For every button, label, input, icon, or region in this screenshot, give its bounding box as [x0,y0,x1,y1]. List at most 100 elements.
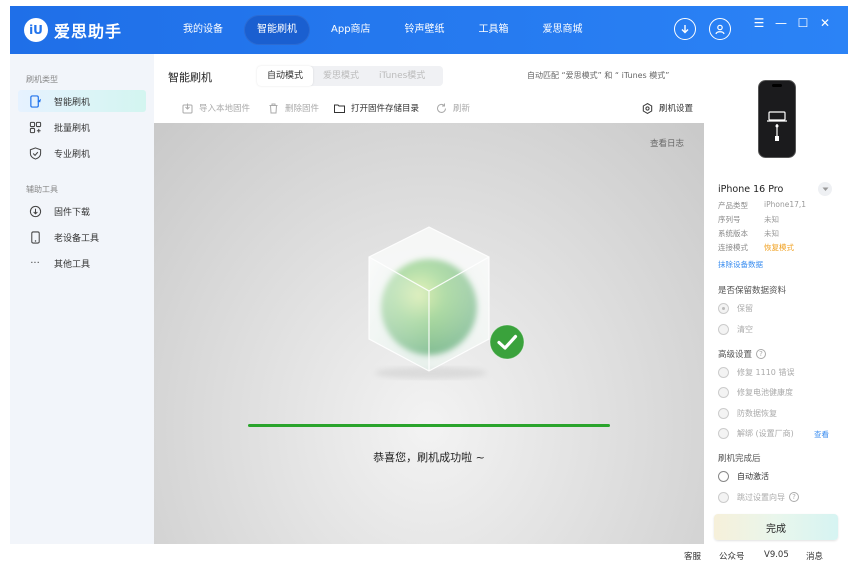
check-unbind[interactable]: 解绑 (设置厂商) [718,427,794,439]
download-button[interactable] [674,18,696,40]
refresh-button[interactable]: 刷新 [436,100,470,116]
success-check-icon [489,324,525,360]
settings-icon [642,102,653,114]
erase-device-link[interactable]: 抹除设备数据 [718,259,763,270]
advanced-settings-label: 高级设置? [718,348,767,360]
flash-settings-button[interactable]: 刷机设置 [642,100,693,116]
customer-service-link[interactable]: 客服 [684,550,701,562]
radio-icon [718,427,729,439]
keep-data-label: 是否保留数据资料 [718,286,787,296]
done-button[interactable]: 完成 [714,514,838,540]
view-log-button[interactable]: 查看日志 [650,137,684,149]
nav-my-device[interactable]: 我的设备 [170,15,236,45]
radio-icon [718,302,729,314]
radio-icon [718,407,729,419]
radio-keep-data[interactable]: 保留 [718,302,753,314]
page-title: 智能刷机 [168,71,212,84]
view-unbind-link[interactable]: 查看 [814,429,829,440]
more-dots-icon: ··· [30,257,40,269]
radio-auto-activate[interactable]: 自动激活 [718,470,769,482]
spec-product-type: 产品类型 iPhone17,1 [718,200,807,210]
help-icon: ? [789,492,799,502]
firmware-download-icon [28,204,42,218]
app-window: iU 爱思助手 我的设备 智能刷机 App商店 铃声壁纸 工具箱 爱思商城 ☰ … [10,6,848,567]
user-icon [715,24,725,35]
import-icon [182,103,193,113]
check-fix-1110[interactable]: 修复 1110 错误 [718,366,794,378]
help-icon: ? [756,349,767,359]
trash-icon [269,103,278,113]
device-name: iPhone 16 Pro [718,184,784,195]
refresh-icon [437,103,446,113]
success-cube-illustration [359,221,499,381]
tab-itunes-mode[interactable]: iTunes模式 [369,66,435,86]
sidebar-item-other-tools[interactable]: ··· 其他工具 [18,252,146,274]
spec-serial: 序列号 未知 [718,215,779,224]
maximize-button[interactable]: ☐ [796,16,810,30]
flash-stage: 查看日志 恭喜您，刷机成功啦 ~ [154,123,704,544]
sidebar-item-label: 其他工具 [54,259,91,270]
nav-app-store[interactable]: App商店 [318,15,384,45]
nav-ringtones-wallpaper[interactable]: 铃声壁纸 [392,15,458,45]
after-flash-label: 刷机完成后 [718,454,761,464]
sidebar-item-smart-flash[interactable]: 智能刷机 [18,90,146,112]
open-firmware-dir-button[interactable]: 打开固件存储目录 [334,100,419,116]
app-name: 爱思助手 [54,22,123,41]
status-bar: 客服 公众号 V9.05 消息 [10,544,848,567]
sidebar-item-firmware-download[interactable]: 固件下载 [18,200,146,222]
spec-ios-version: 系统版本 未知 [718,229,779,238]
minimize-button[interactable]: — [774,16,788,30]
device-dropdown-button[interactable] [818,182,832,196]
batch-flash-icon [28,120,42,134]
radio-clear-data[interactable]: 清空 [718,323,753,335]
sidebar-item-label: 批量刷机 [54,123,91,134]
sidebar-item-label: 智能刷机 [54,97,91,108]
app-logo: iU 爱思助手 [24,17,122,43]
top-bar: iU 爱思助手 我的设备 智能刷机 App商店 铃声壁纸 工具箱 爱思商城 ☰ … [10,6,848,54]
check-fix-battery[interactable]: 修复电池健康度 [718,386,793,398]
device-panel: iPhone 16 Pro 产品类型 iPhone17,1 序列号 未知 系统版本未… [704,54,848,544]
radio-icon [718,470,729,482]
device-image [758,80,796,158]
nav-smart-flash[interactable]: 智能刷机 [244,15,310,45]
folder-icon [334,104,345,113]
chevron-down-icon [822,187,828,191]
pro-flash-icon [28,146,42,160]
firmware-toolbar: 导入本地固件 删除固件 打开固件存储目录 刷新 刷机设置 [168,100,698,116]
status-badge: 恢复模式 [764,243,794,252]
tab-aisi-mode[interactable]: 爱思模式 [313,66,369,86]
wechat-link[interactable]: 公众号 [719,550,745,562]
sidebar-section-tools: 辅助工具 [26,185,58,194]
sidebar-section-flash-type: 刷机类型 [26,75,58,84]
radio-icon [718,323,729,335]
old-device-icon [28,230,42,244]
auto-match-note: 自动匹配 “爱思模式” 和 “ iTunes 模式” [527,71,670,80]
radio-icon [718,366,729,378]
account-button[interactable] [709,18,731,40]
sidebar-item-label: 专业刷机 [54,149,91,160]
sidebar-item-old-device-tools[interactable]: 老设备工具 [18,226,146,248]
flash-progress-bar [248,424,610,427]
delete-firmware-button[interactable]: 删除固件 [268,100,319,116]
menu-button[interactable]: ☰ [752,16,766,30]
tab-auto-mode[interactable]: 自动模式 [257,66,314,86]
main-nav: 我的设备 智能刷机 App商店 铃声壁纸 工具箱 爱思商城 [170,15,604,45]
smart-flash-icon [28,94,42,108]
sidebar: 刷机类型 智能刷机 批量刷机 专业刷机 辅助工具 固件下载 老设备工具 ··· … [10,54,154,544]
import-firmware-button[interactable]: 导入本地固件 [182,100,250,116]
sidebar-item-label: 固件下载 [54,207,91,218]
logo-icon: iU [24,18,48,42]
nav-toolbox[interactable]: 工具箱 [466,15,522,45]
spec-connection-mode: 连接模式 恢复模式 [718,243,794,252]
radio-icon [718,491,729,503]
check-skip-setup[interactable]: 跳过设置向导? [718,491,799,503]
check-anti-recover[interactable]: 防数据恢复 [718,407,777,419]
messages-link[interactable]: 消息 [806,550,823,562]
download-icon [681,25,689,34]
nav-mall[interactable]: 爱思商城 [530,15,596,45]
mode-tabs: 自动模式 爱思模式 iTunes模式 [257,66,443,86]
sidebar-item-pro-flash[interactable]: 专业刷机 [18,142,146,164]
sidebar-item-batch-flash[interactable]: 批量刷机 [18,116,146,138]
version-label: V9.05 [764,550,789,560]
close-button[interactable]: ✕ [818,16,832,30]
